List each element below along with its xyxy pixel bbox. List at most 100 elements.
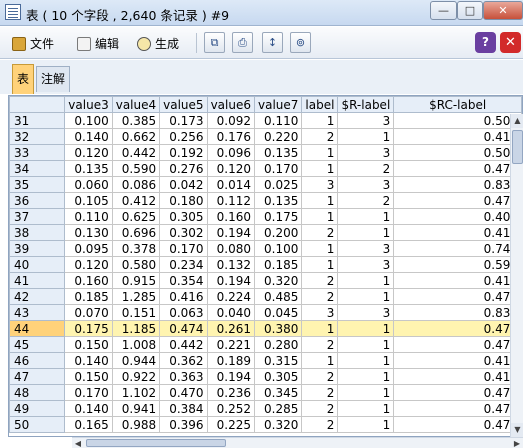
table-row[interactable]: 34 0.135 0.590 0.276 0.120 0.170 1 2 0.471	[9, 160, 522, 177]
row-number[interactable]: 48	[9, 384, 66, 401]
sort-button[interactable]: ↕	[262, 32, 283, 53]
table-row[interactable]: 32 0.140 0.662 0.256 0.176 0.220 2 1 0.410	[9, 128, 522, 145]
table-row[interactable]: 46 0.140 0.944 0.362 0.189 0.315 1 1 0.410	[9, 352, 522, 369]
table-cell[interactable]: 0.120	[64, 144, 113, 161]
row-number[interactable]: 43	[9, 304, 66, 321]
table-row[interactable]: 42 0.185 1.285 0.416 0.224 0.485 2 1 0.476	[9, 288, 522, 305]
table-cell[interactable]: 2	[301, 272, 339, 289]
table-cell[interactable]: 0.225	[206, 416, 255, 433]
table-cell[interactable]: 0.096	[206, 144, 255, 161]
table-cell[interactable]: 1	[301, 208, 339, 225]
close-button[interactable]: ✕	[483, 1, 523, 20]
row-number[interactable]: 47	[9, 368, 66, 385]
table-cell[interactable]: 0.696	[111, 224, 161, 241]
corner-header[interactable]	[9, 96, 66, 113]
table-cell[interactable]: 0.110	[253, 112, 303, 129]
table-cell[interactable]: 2	[301, 128, 339, 145]
maximize-button[interactable]: □	[457, 1, 483, 20]
table-cell[interactable]: 0.442	[159, 336, 208, 353]
table-cell[interactable]: 0.922	[111, 368, 161, 385]
table-cell[interactable]: 0.176	[206, 128, 255, 145]
row-number[interactable]: 42	[9, 288, 66, 305]
row-number[interactable]: 44	[9, 320, 66, 337]
table-cell[interactable]: 0.060	[64, 176, 113, 193]
table-cell[interactable]: 1	[337, 336, 395, 353]
table-row[interactable]: 38 0.130 0.696 0.302 0.194 0.200 2 1 0.410	[9, 224, 522, 241]
table-cell[interactable]: 0.236	[206, 384, 255, 401]
row-number[interactable]: 37	[9, 208, 66, 225]
table-cell[interactable]: 0.662	[111, 128, 161, 145]
row-number[interactable]: 49	[9, 400, 66, 417]
find-button[interactable]: ⊚	[290, 32, 311, 53]
column-header[interactable]: value4	[111, 96, 161, 113]
print-button[interactable]: ⎙	[232, 32, 253, 53]
table-cell[interactable]: 1	[337, 288, 395, 305]
row-number[interactable]: 39	[9, 240, 66, 257]
table-cell[interactable]: 0.120	[64, 256, 113, 273]
table-cell[interactable]: 3	[337, 176, 395, 193]
table-cell[interactable]: 2	[301, 224, 339, 241]
minimize-button[interactable]: —	[430, 1, 457, 20]
table-cell[interactable]: 1.008	[111, 336, 161, 353]
vertical-scroll-thumb[interactable]	[512, 130, 523, 164]
table-cell[interactable]: 0.140	[64, 128, 113, 145]
table-cell[interactable]: 0.834	[393, 304, 522, 321]
table-cell[interactable]: 0.132	[206, 256, 255, 273]
table-row[interactable]: 44 0.175 1.185 0.474 0.261 0.380 1 1 0.476	[9, 320, 522, 337]
table-row[interactable]: 49 0.140 0.941 0.384 0.252 0.285 2 1 0.476	[9, 400, 522, 417]
table-cell[interactable]: 0.175	[253, 208, 303, 225]
table-cell[interactable]: 0.476	[393, 288, 522, 305]
table-cell[interactable]: 0.100	[64, 112, 113, 129]
table-cell[interactable]: 3	[337, 304, 395, 321]
table-cell[interactable]: 0.625	[111, 208, 161, 225]
table-cell[interactable]: 0.151	[111, 304, 161, 321]
table-cell[interactable]: 0.476	[393, 416, 522, 433]
table-cell[interactable]: 0.320	[253, 416, 303, 433]
row-number[interactable]: 40	[9, 256, 66, 273]
row-number[interactable]: 36	[9, 192, 66, 209]
table-cell[interactable]: 0.140	[64, 400, 113, 417]
row-number[interactable]: 32	[9, 128, 66, 145]
row-number[interactable]: 50	[9, 416, 66, 433]
table-cell[interactable]: 1	[337, 128, 395, 145]
table-cell[interactable]: 0.410	[393, 368, 522, 385]
table-cell[interactable]: 0.221	[206, 336, 255, 353]
table-cell[interactable]: 0.302	[159, 224, 208, 241]
table-cell[interactable]: 0.474	[159, 320, 208, 337]
table-row[interactable]: 47 0.150 0.922 0.363 0.194 0.305 2 1 0.410	[9, 368, 522, 385]
table-cell[interactable]: 0.380	[253, 320, 303, 337]
table-cell[interactable]: 0.080	[206, 240, 255, 257]
table-cell[interactable]: 0.442	[111, 144, 161, 161]
help-button[interactable]: ?	[475, 32, 496, 53]
table-cell[interactable]: 0.834	[393, 176, 522, 193]
table-cell[interactable]: 3	[337, 112, 395, 129]
table-cell[interactable]: 0.150	[64, 336, 113, 353]
table-cell[interactable]: 0.200	[253, 224, 303, 241]
table-cell[interactable]: 2	[301, 384, 339, 401]
column-header[interactable]: label	[301, 96, 339, 113]
table-cell[interactable]: 0.100	[253, 240, 303, 257]
table-cell[interactable]: 0.470	[159, 384, 208, 401]
table-cell[interactable]: 0.363	[159, 368, 208, 385]
table-cell[interactable]: 3	[337, 144, 395, 161]
column-header[interactable]: $RC-label	[393, 96, 522, 113]
column-header[interactable]: value7	[253, 96, 303, 113]
table-cell[interactable]: 0.110	[64, 208, 113, 225]
row-number[interactable]: 34	[9, 160, 66, 177]
table-cell[interactable]: 0.234	[159, 256, 208, 273]
scroll-down-arrow[interactable]: ▼	[511, 423, 523, 437]
table-cell[interactable]: 0.410	[393, 128, 522, 145]
table-cell[interactable]: 0.135	[253, 144, 303, 161]
table-row[interactable]: 50 0.165 0.988 0.396 0.225 0.320 2 1 0.476	[9, 416, 522, 433]
table-cell[interactable]: 0.396	[159, 416, 208, 433]
table-row[interactable]: 33 0.120 0.442 0.192 0.096 0.135 1 3 0.503	[9, 144, 522, 161]
table-cell[interactable]: 2	[301, 368, 339, 385]
tab-annotations[interactable]: 注解	[36, 66, 70, 92]
table-cell[interactable]: 0.410	[393, 224, 522, 241]
table-cell[interactable]: 1	[337, 368, 395, 385]
table-cell[interactable]: 0.014	[206, 176, 255, 193]
table-row[interactable]: 43 0.070 0.151 0.063 0.040 0.045 3 3 0.834	[9, 304, 522, 321]
table-cell[interactable]: 0.180	[159, 192, 208, 209]
table-cell[interactable]: 2	[337, 192, 395, 209]
table-cell[interactable]: 0.160	[206, 208, 255, 225]
